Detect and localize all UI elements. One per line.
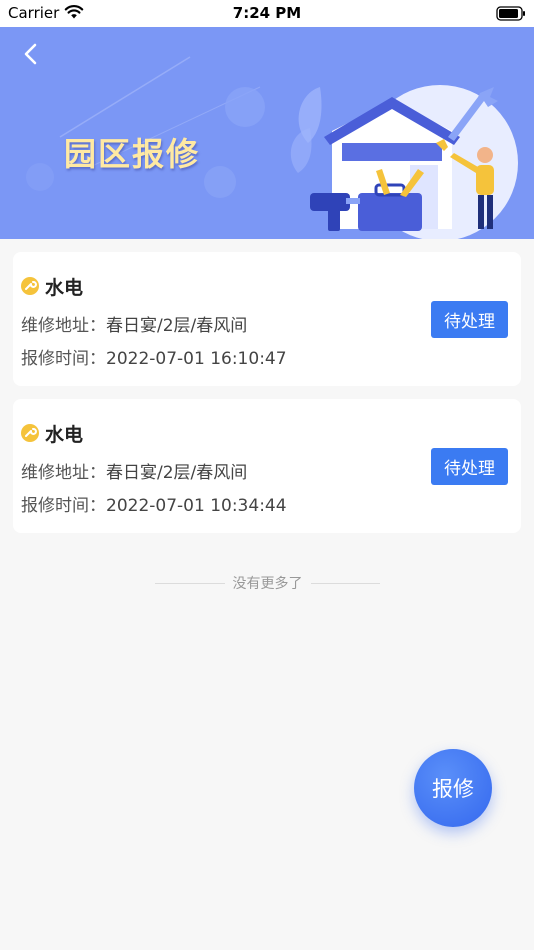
- report-repair-button[interactable]: 报修: [414, 749, 492, 827]
- back-button[interactable]: [16, 39, 46, 69]
- divider: [155, 582, 225, 584]
- repair-address: 维修地址：春日宴/2层/春风间: [21, 458, 247, 483]
- pending-status-button[interactable]: 待处理: [431, 301, 508, 338]
- repair-time: 报修时间：2022-07-01 16:10:47: [21, 344, 287, 369]
- address-value: 春日宴/2层/春风间: [106, 316, 248, 336]
- time-value: 2022-07-01 10:34:44: [106, 496, 287, 516]
- address-label: 维修地址：: [21, 316, 106, 336]
- address-label: 维修地址：: [21, 463, 106, 483]
- header-banner: 园区报修: [0, 27, 534, 239]
- repair-card[interactable]: 水电 维修地址：春日宴/2层/春风间 报修时间：2022-07-01 16:10…: [13, 252, 521, 386]
- divider: [310, 582, 380, 584]
- time-value: 2022-07-01 16:10:47: [106, 349, 287, 369]
- clock-time: 7:24 PM: [232, 4, 302, 22]
- time-label: 报修时间：: [21, 349, 106, 369]
- repair-type: 水电: [45, 276, 84, 299]
- repair-type: 水电: [45, 423, 84, 446]
- time-label: 报修时间：: [21, 496, 106, 516]
- repair-address: 维修地址：春日宴/2层/春风间: [21, 311, 247, 336]
- no-more-text: 没有更多了: [232, 576, 303, 592]
- wrench-icon: [21, 424, 39, 442]
- list-end-indicator: 没有更多了: [155, 572, 380, 594]
- battery-icon: [496, 6, 525, 21]
- repair-type-row: 水电: [21, 274, 84, 299]
- status-bar: Carrier 7:24 PM: [0, 0, 534, 27]
- house-repair-illustration: [290, 85, 518, 239]
- wrench-icon: [21, 277, 39, 295]
- repair-type-row: 水电: [21, 421, 84, 446]
- pending-status-button[interactable]: 待处理: [431, 448, 508, 485]
- page-title: 园区报修: [64, 135, 201, 173]
- repair-card[interactable]: 水电 维修地址：春日宴/2层/春风间 报修时间：2022-07-01 10:34…: [13, 399, 521, 533]
- repair-time: 报修时间：2022-07-01 10:34:44: [21, 491, 287, 516]
- address-value: 春日宴/2层/春风间: [106, 463, 248, 483]
